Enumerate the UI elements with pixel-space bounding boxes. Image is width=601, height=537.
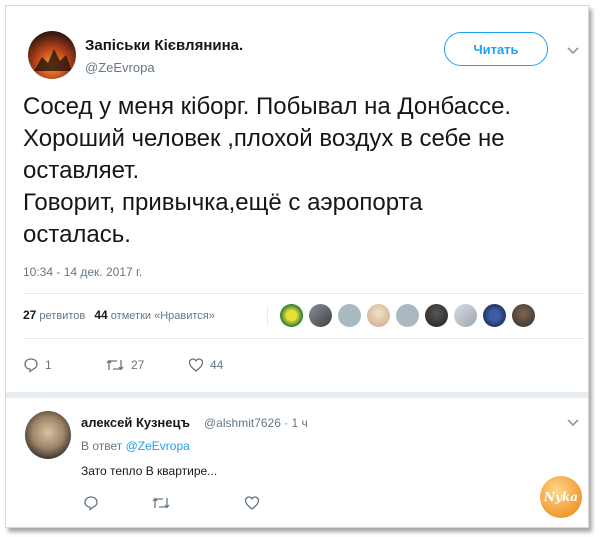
- tweet-card: Запіськи Кієвлянина. @ZeEvropa Читать Со…: [5, 5, 589, 528]
- liker-avatar[interactable]: [396, 304, 419, 327]
- like-count: 44: [210, 358, 224, 372]
- likers-avatars: [280, 304, 535, 330]
- chevron-down-icon[interactable]: [566, 44, 580, 58]
- like-action[interactable]: 44: [188, 356, 223, 374]
- retweet-icon: [152, 497, 170, 509]
- liker-avatar[interactable]: [454, 304, 477, 327]
- heart-icon: [188, 358, 204, 372]
- liker-avatar[interactable]: [309, 304, 332, 327]
- in-reply-handle-link[interactable]: @ZeEvropa: [126, 439, 190, 453]
- reply-text: Зато тепло В квартире...: [81, 464, 218, 478]
- heart-icon: [244, 496, 260, 510]
- watermark-text: Nyka: [543, 490, 579, 504]
- tweet-text: Сосед у меня кіборг. Побывал на Донбассе…: [23, 91, 588, 251]
- likes-count[interactable]: 44: [94, 308, 107, 322]
- retweet-icon: [106, 359, 124, 371]
- liker-avatar[interactable]: [338, 304, 361, 327]
- divider: [23, 338, 584, 339]
- tweet-text-line: Сосед у меня кіборг. Побывал на Донбассе…: [23, 93, 512, 120]
- reply-author-name[interactable]: алексей Кузнецъ: [81, 415, 190, 430]
- follow-button[interactable]: Читать: [444, 32, 548, 66]
- liker-avatar[interactable]: [425, 304, 448, 327]
- liker-avatar[interactable]: [367, 304, 390, 327]
- retweet-action[interactable]: 27: [105, 356, 144, 374]
- section-divider: [6, 392, 588, 398]
- likes-label[interactable]: отметки «Нравится»: [111, 310, 215, 322]
- liker-avatar[interactable]: [280, 304, 303, 327]
- tweet-timestamp[interactable]: 10:34 - 14 дек. 2017 г.: [23, 265, 142, 279]
- author-avatar[interactable]: [28, 31, 76, 79]
- tweet-text-line: Хороший человек ,плохой воздух в себе не: [23, 125, 505, 152]
- reply-reply-action[interactable]: [83, 494, 99, 512]
- reply-author-avatar[interactable]: [25, 411, 71, 459]
- reply-chevron-down-icon[interactable]: [566, 416, 580, 430]
- author-name[interactable]: Запіськи Кієвлянина.: [85, 37, 243, 54]
- in-reply-prefix: В ответ: [81, 439, 123, 453]
- in-reply-to: В ответ @ZeEvropa: [81, 439, 190, 453]
- watermark-logo: Nyka: [540, 476, 582, 518]
- reply-retweet-action[interactable]: [151, 494, 171, 512]
- liker-avatar[interactable]: [483, 304, 506, 327]
- retweets-label[interactable]: ретвитов: [39, 310, 85, 322]
- reply-count: 1: [45, 358, 52, 372]
- avatar-image-icon: [34, 49, 72, 71]
- tweet-text-line: осталась.: [23, 221, 131, 248]
- reply-icon: [24, 358, 38, 373]
- stats-separator: [267, 306, 268, 326]
- divider: [23, 293, 584, 294]
- reply-action[interactable]: 1: [23, 356, 52, 374]
- liker-avatar[interactable]: [512, 304, 535, 327]
- reply-author-handle[interactable]: @alshmit7626 · 1 ч: [204, 416, 308, 430]
- author-handle[interactable]: @ZeEvropa: [85, 60, 155, 75]
- reply-icon: [84, 496, 98, 511]
- tweet-text-line: Говорит, привычка,ещё с аэропорта: [23, 189, 423, 216]
- tweet-stats: 27 ретвитов 44 отметки «Нравится»: [23, 308, 215, 322]
- retweet-count: 27: [131, 358, 145, 372]
- reply-like-action[interactable]: [244, 494, 260, 512]
- tweet-text-line: оставляет.: [23, 157, 140, 184]
- retweets-count[interactable]: 27: [23, 308, 36, 322]
